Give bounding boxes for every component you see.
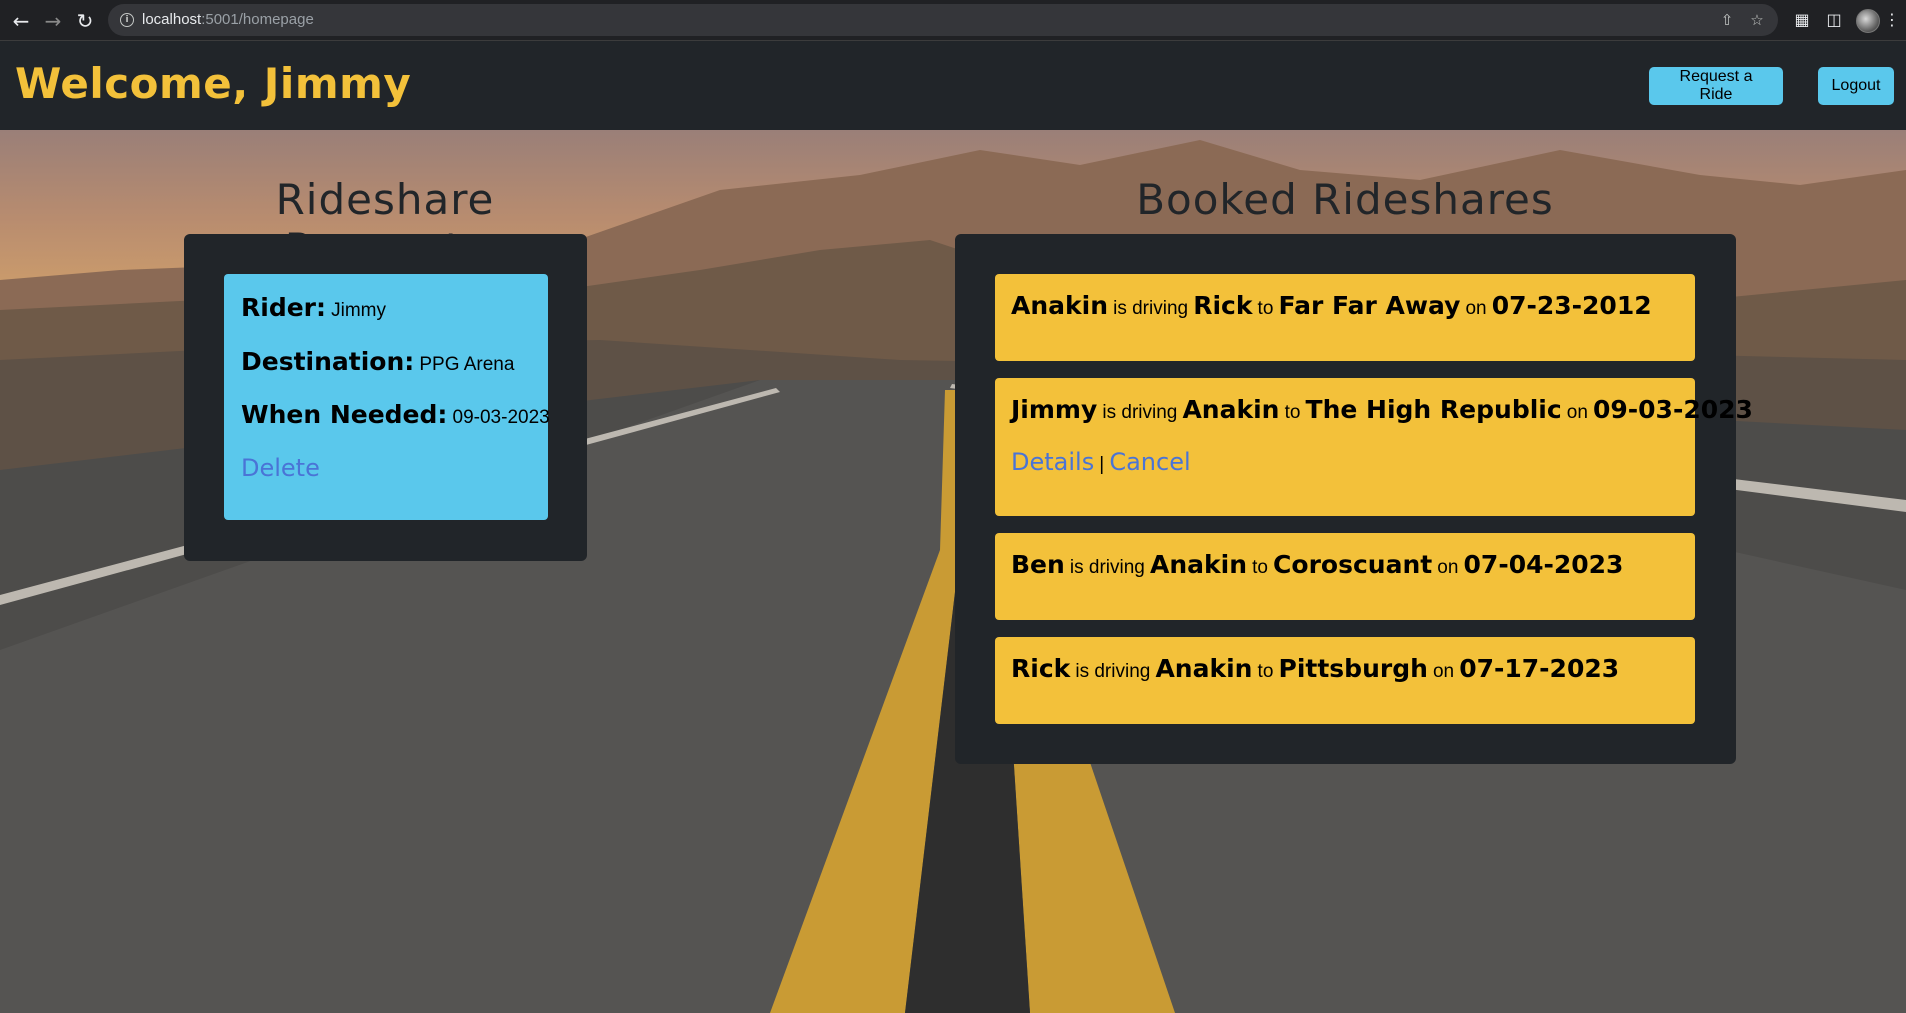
ride-driver: Rick <box>1011 654 1071 683</box>
welcome-heading: Welcome, Jimmy <box>15 59 412 108</box>
ride-date: 07-23-2012 <box>1491 291 1652 320</box>
requests-panel: Rider: Jimmy Destination: PPG Arena When… <box>184 234 587 561</box>
ride-connector-on: on <box>1566 402 1588 423</box>
ride-date: 09-03-2023 <box>1593 395 1753 424</box>
ride-connector-driving: is driving <box>1113 298 1189 319</box>
ride-connector-to: to <box>1257 661 1274 682</box>
ride-actions: Details | Cancel <box>1011 448 1191 476</box>
browser-toolbar: ← → ↻ i localhost:5001/homepage ⇧ ☆ ▦ ◫ … <box>0 0 1906 41</box>
destination-value: PPG Arena <box>419 354 515 375</box>
when-needed-value: 09-03-2023 <box>452 407 550 428</box>
ride-date: 07-04-2023 <box>1463 550 1624 579</box>
forward-arrow-icon[interactable]: → <box>40 8 66 34</box>
ride-driver: Anakin <box>1011 291 1109 320</box>
request-actions: Delete <box>241 454 320 482</box>
rider-value: Jimmy <box>331 300 386 321</box>
site-info-icon[interactable]: i <box>120 13 134 27</box>
app-navbar: Welcome, Jimmy Request a Ride Logout <box>0 41 1906 130</box>
ride-connector-to: to <box>1284 402 1301 423</box>
menu-kebab-icon[interactable]: ⋮ <box>1880 8 1904 32</box>
ride-destination: Far Far Away <box>1278 291 1461 320</box>
ride-connector-to: to <box>1257 298 1274 319</box>
reload-icon[interactable]: ↻ <box>72 8 98 34</box>
ride-destination: Pittsburgh <box>1278 654 1428 683</box>
cancel-ride-link[interactable]: Cancel <box>1109 448 1190 476</box>
ride-summary: Rick is driving Anakin to Pittsburgh on … <box>1011 654 1619 683</box>
logout-button[interactable]: Logout <box>1818 67 1894 105</box>
booked-panel: Anakin is driving Rick to Far Far Away o… <box>955 234 1753 764</box>
details-link[interactable]: Details <box>1011 448 1094 476</box>
ride-rider: Anakin <box>1155 654 1253 683</box>
address-bar[interactable]: i localhost:5001/homepage ⇧ ☆ <box>108 4 1778 36</box>
request-destination-line: Destination: PPG Arena <box>241 347 514 376</box>
back-arrow-icon[interactable]: ← <box>8 8 34 34</box>
destination-label: Destination: <box>241 347 415 376</box>
booked-rideshares-title: Booked Rideshares <box>1136 175 1554 224</box>
url-path: :5001/homepage <box>201 11 314 28</box>
request-ride-button[interactable]: Request a Ride <box>1649 67 1783 105</box>
ride-connector-on: on <box>1465 298 1487 319</box>
booked-ride-card: Jimmy is driving Anakin to The High Repu… <box>995 378 1753 516</box>
when-needed-label: When Needed: <box>241 400 448 429</box>
ride-driver: Ben <box>1011 550 1065 579</box>
ride-summary: Jimmy is driving Anakin to The High Repu… <box>1011 395 1753 424</box>
ride-driver: Jimmy <box>1011 395 1098 424</box>
ride-summary: Ben is driving Anakin to Coroscuant on 0… <box>1011 550 1623 579</box>
ride-connector-driving: is driving <box>1102 402 1178 423</box>
share-icon[interactable]: ⇧ <box>1716 9 1738 31</box>
ride-connector-on: on <box>1432 661 1455 682</box>
profile-avatar[interactable] <box>1856 9 1880 33</box>
ride-destination: Coroscuant <box>1273 550 1433 579</box>
ride-summary: Anakin is driving Rick to Far Far Away o… <box>1011 291 1652 320</box>
booked-ride-card: Ben is driving Anakin to Coroscuant on 0… <box>995 533 1695 620</box>
ride-connector-to: to <box>1252 557 1268 578</box>
url-host: localhost <box>142 11 202 28</box>
extensions-puzzle-icon[interactable]: ▦ <box>1790 8 1814 32</box>
ride-connector-on: on <box>1437 557 1459 578</box>
ride-destination: The High Republic <box>1305 395 1562 424</box>
booked-ride-card: Anakin is driving Rick to Far Far Away o… <box>995 274 1695 361</box>
side-panel-icon[interactable]: ◫ <box>1822 8 1846 32</box>
rider-label: Rider: <box>241 293 326 322</box>
ride-connector-driving: is driving <box>1075 661 1151 682</box>
delete-request-link[interactable]: Delete <box>241 454 320 482</box>
ride-rider: Anakin <box>1182 395 1280 424</box>
booked-ride-card: Rick is driving Anakin to Pittsburgh on … <box>995 637 1695 724</box>
ride-rider: Rick <box>1193 291 1253 320</box>
bookmark-star-icon[interactable]: ☆ <box>1746 9 1768 31</box>
request-when-line: When Needed: 09-03-2023 <box>241 400 550 429</box>
request-rider-line: Rider: Jimmy <box>241 293 386 322</box>
ride-rider: Anakin <box>1149 550 1247 579</box>
url-text[interactable]: localhost:5001/homepage <box>142 4 314 36</box>
request-card: Rider: Jimmy Destination: PPG Arena When… <box>224 274 550 520</box>
ride-connector-driving: is driving <box>1069 557 1145 578</box>
ride-date: 07-17-2023 <box>1459 654 1620 683</box>
action-separator: | <box>1099 454 1105 475</box>
